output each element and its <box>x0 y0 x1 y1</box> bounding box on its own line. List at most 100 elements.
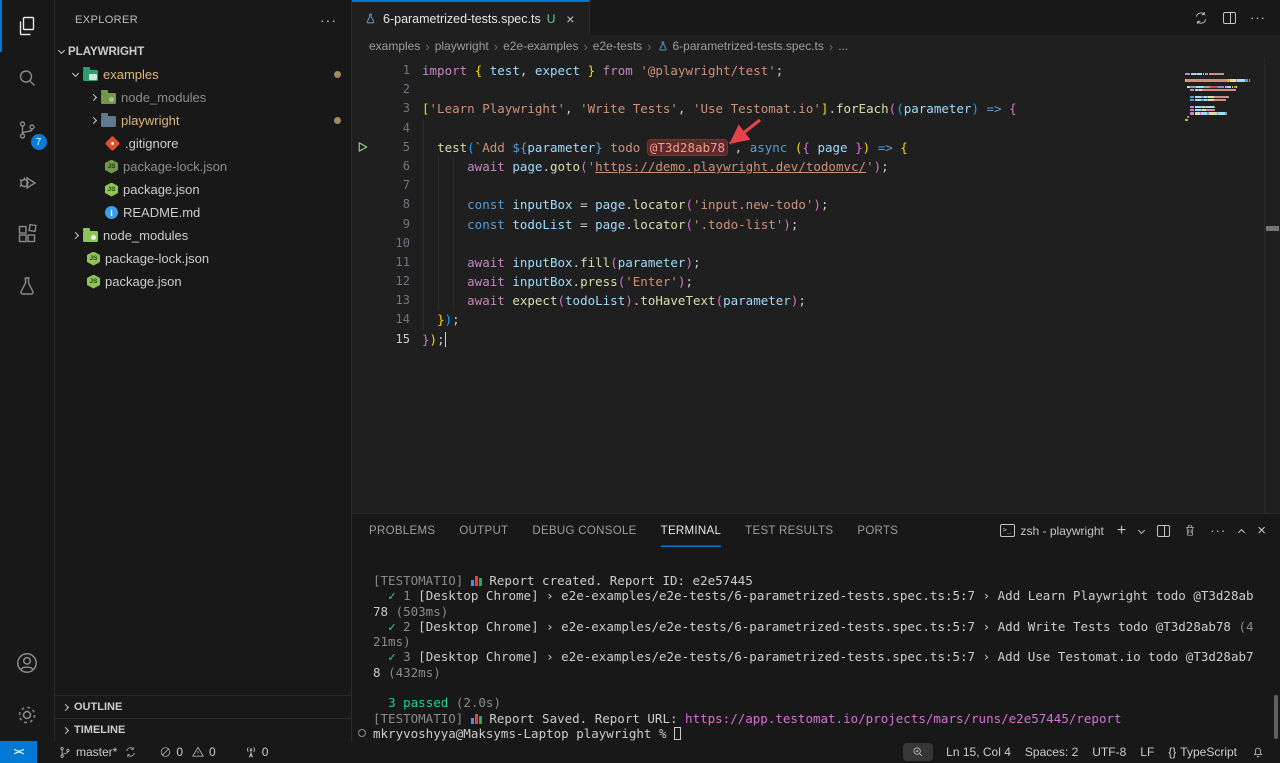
breadcrumb-item-e2e-examples[interactable]: e2e-examples <box>503 39 578 53</box>
code-line-10[interactable]: 10 <box>352 234 1280 253</box>
terminal-prompt-line[interactable]: mkryvoshyya@Maksyms-Laptop playwright % <box>373 726 1280 741</box>
problems-item[interactable]: 0 0 <box>152 741 222 763</box>
file-row-package-lock-json[interactable]: JSpackage-lock.json <box>55 155 351 178</box>
file-label: examples <box>103 67 159 82</box>
panel-tab-output[interactable]: OUTPUT <box>459 514 508 547</box>
breadcrumb-item--[interactable]: ... <box>838 39 848 53</box>
panel-tab-problems[interactable]: PROBLEMS <box>369 514 435 547</box>
terminal-output[interactable]: [TESTOMATIO] Report created. Report ID: … <box>352 547 1280 741</box>
line-number: 11 <box>352 253 410 272</box>
sync-changes-icon[interactable] <box>1193 10 1209 26</box>
folder-examples-icon <box>83 68 98 81</box>
terminal-dropdown-icon[interactable] <box>1138 527 1145 534</box>
code-line-9[interactable]: 9 const todoList = page.locator('.todo-l… <box>352 215 1280 234</box>
file-label: package.json <box>105 274 182 289</box>
folder-node-icon <box>101 91 116 104</box>
settings-gear-icon[interactable] <box>0 689 55 741</box>
code-editor[interactable]: 1import { test, expect } from '@playwrig… <box>352 57 1280 513</box>
remote-indicator[interactable]: >< <box>0 741 37 763</box>
ports-item[interactable]: 0 <box>237 741 276 763</box>
panel-more-icon[interactable]: ··· <box>1210 523 1226 538</box>
new-terminal-icon[interactable]: + <box>1117 522 1126 540</box>
panel-tab-debug-console[interactable]: DEBUG CONSOLE <box>532 514 636 547</box>
git-modified-dot <box>334 117 341 124</box>
zoom-status-item[interactable] <box>903 743 933 761</box>
file-row-node-modules[interactable]: node_modules <box>55 224 351 247</box>
run-test-icon[interactable] <box>357 141 369 153</box>
breadcrumb-item-6-parametrized-tests-spec-ts[interactable]: 6-parametrized-tests.spec.ts <box>657 39 824 53</box>
chevron-right-icon <box>62 704 69 711</box>
git-branch-item[interactable]: master* <box>51 741 144 763</box>
code-line-4[interactable]: 4 <box>352 119 1280 138</box>
terminal-line-4: ✓ 2 [Desktop Chrome] › e2e-examples/e2e-… <box>373 619 1280 634</box>
source-control-icon[interactable]: 7 <box>0 104 55 156</box>
cursor-position-item[interactable]: Ln 15, Col 4 <box>939 741 1018 763</box>
code-line-15[interactable]: 15}); <box>352 330 1280 349</box>
line-number: 13 <box>352 291 410 310</box>
file-row-examples[interactable]: examples <box>55 63 351 86</box>
explorer-sidebar: EXPLORER ··· PLAYWRIGHT examplesnode_mod… <box>55 0 352 741</box>
panel-tab-terminal[interactable]: TERMINAL <box>661 514 722 547</box>
panel-tab-ports[interactable]: PORTS <box>857 514 898 547</box>
status-bar: >< master* 0 0 0 Ln 15, Col 4 Spaces: 2 … <box>0 740 1280 763</box>
maximize-panel-icon[interactable] <box>1238 529 1245 536</box>
code-line-14[interactable]: 14 }); <box>352 310 1280 329</box>
file-row-package-json[interactable]: JSpackage.json <box>55 270 351 293</box>
line-number: 4 <box>352 119 410 138</box>
json-file-icon: JS <box>105 183 118 197</box>
code-line-7[interactable]: 7 <box>352 176 1280 195</box>
line-number: 6 <box>352 157 410 176</box>
code-line-11[interactable]: 11 await inputBox.fill(parameter); <box>352 253 1280 272</box>
scrollbar-marker[interactable] <box>1266 226 1279 231</box>
close-panel-icon[interactable]: × <box>1257 522 1266 539</box>
readme-info-icon: i <box>105 206 118 219</box>
code-line-5[interactable]: 5 test(`Add ${parameter} todo @T3d28ab78… <box>352 138 1280 157</box>
file-row-node-modules[interactable]: node_modules <box>55 86 351 109</box>
code-line-13[interactable]: 13 await expect(todoList).toHaveText(par… <box>352 291 1280 310</box>
close-icon[interactable]: × <box>561 11 579 27</box>
file-row-readme-md[interactable]: iREADME.md <box>55 201 351 224</box>
terminal-session[interactable]: >_ zsh - playwright <box>1000 524 1104 538</box>
code-line-2[interactable]: 2 <box>352 80 1280 99</box>
file-row-package-json[interactable]: JSpackage.json <box>55 178 351 201</box>
file-row-playwright[interactable]: playwright <box>55 109 351 132</box>
code-line-3[interactable]: 3['Learn Playwright', 'Write Tests', 'Us… <box>352 99 1280 118</box>
workspace-section-playwright[interactable]: PLAYWRIGHT <box>55 40 351 63</box>
run-debug-icon[interactable] <box>0 156 55 208</box>
indentation-item[interactable]: Spaces: 2 <box>1018 741 1085 763</box>
file-row-package-lock-json[interactable]: JSpackage-lock.json <box>55 247 351 270</box>
terminal-scrollbar[interactable] <box>1274 695 1278 739</box>
testing-icon[interactable] <box>0 260 55 312</box>
tab-6-parametrized-tests[interactable]: 6-parametrized-tests.spec.ts U × <box>352 0 590 35</box>
file-label: playwright <box>121 113 180 128</box>
outline-section[interactable]: OUTLINE <box>55 695 351 718</box>
terminal-line-6: ✓ 3 [Desktop Chrome] › e2e-examples/e2e-… <box>373 649 1280 664</box>
search-icon[interactable] <box>0 52 55 104</box>
ports-count: 0 <box>262 745 269 759</box>
timeline-section[interactable]: TIMELINE <box>55 718 351 741</box>
code-line-1[interactable]: 1import { test, expect } from '@playwrig… <box>352 61 1280 80</box>
notifications-bell-item[interactable] <box>1244 741 1272 763</box>
line-number: 3 <box>352 99 410 118</box>
encoding-item[interactable]: UTF-8 <box>1085 741 1133 763</box>
minimap[interactable] <box>1185 63 1260 112</box>
explorer-icon[interactable] <box>0 0 55 52</box>
breadcrumb-item-examples[interactable]: examples <box>369 39 420 53</box>
breadcrumb-item-playwright[interactable]: playwright <box>435 39 489 53</box>
split-terminal-icon[interactable] <box>1157 525 1170 537</box>
extensions-icon[interactable] <box>0 208 55 260</box>
code-line-6[interactable]: 6 await page.goto('https://demo.playwrig… <box>352 157 1280 176</box>
panel-tab-test-results[interactable]: TEST RESULTS <box>745 514 833 547</box>
file-row--gitignore[interactable]: .gitignore <box>55 132 351 155</box>
code-line-8[interactable]: 8 const inputBox = page.locator('input.n… <box>352 195 1280 214</box>
explorer-more-icon[interactable]: ··· <box>320 12 337 28</box>
breadcrumb-item-e2e-tests[interactable]: e2e-tests <box>593 39 642 53</box>
code-line-12[interactable]: 12 await inputBox.press('Enter'); <box>352 272 1280 291</box>
kill-terminal-trash-icon[interactable] <box>1183 523 1197 538</box>
language-item[interactable]: {} TypeScript <box>1161 741 1244 763</box>
split-editor-icon[interactable] <box>1223 12 1236 24</box>
eol-item[interactable]: LF <box>1133 741 1161 763</box>
accounts-icon[interactable] <box>0 637 55 689</box>
more-actions-icon[interactable]: ··· <box>1250 10 1266 25</box>
error-icon <box>159 745 172 759</box>
